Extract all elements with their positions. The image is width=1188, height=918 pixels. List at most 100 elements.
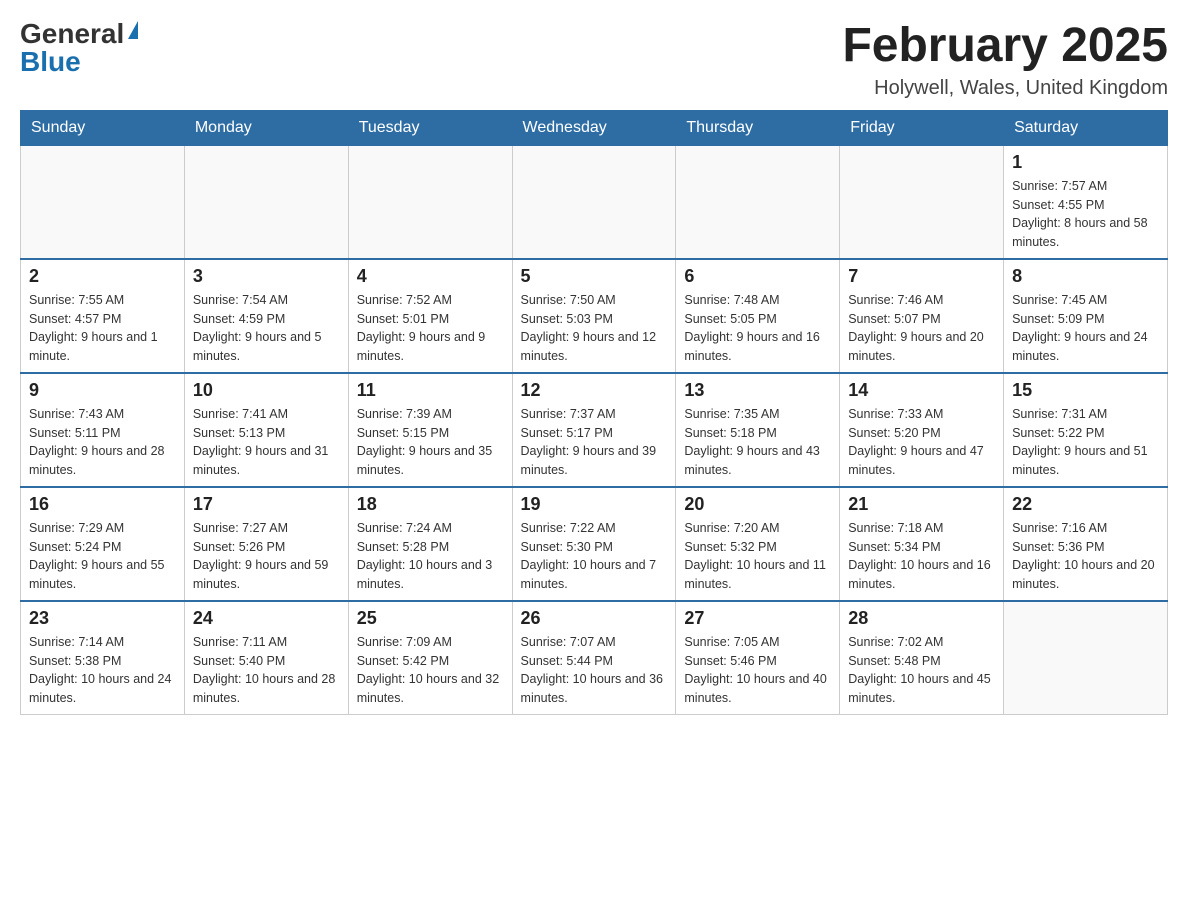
calendar-cell bbox=[184, 145, 348, 259]
calendar-cell: 5 Sunrise: 7:50 AMSunset: 5:03 PMDaylight… bbox=[512, 259, 676, 373]
calendar-cell: 27 Sunrise: 7:05 AMSunset: 5:46 PMDayligh… bbox=[676, 601, 840, 715]
calendar-week-row: 16 Sunrise: 7:29 AMSunset: 5:24 PMDayligh… bbox=[21, 487, 1168, 601]
calendar-cell: 21 Sunrise: 7:18 AMSunset: 5:34 PMDayligh… bbox=[840, 487, 1004, 601]
calendar-week-row: 9Sunrise: 7:43 AMSunset: 5:11 PMDaylight… bbox=[21, 373, 1168, 487]
day-info: Sunrise: 7:05 AMSunset: 5:46 PMDaylight:… bbox=[684, 633, 831, 708]
logo: General Blue bbox=[20, 20, 138, 76]
day-number: 6 bbox=[684, 266, 831, 287]
calendar-cell: 1 Sunrise: 7:57 AMSunset: 4:55 PMDaylight… bbox=[1004, 145, 1168, 259]
calendar-cell: 8 Sunrise: 7:45 AMSunset: 5:09 PMDaylight… bbox=[1004, 259, 1168, 373]
header-wednesday: Wednesday bbox=[512, 110, 676, 145]
calendar-cell: 9Sunrise: 7:43 AMSunset: 5:11 PMDaylight… bbox=[21, 373, 185, 487]
day-number: 20 bbox=[684, 494, 831, 515]
calendar-cell: 26 Sunrise: 7:07 AMSunset: 5:44 PMDayligh… bbox=[512, 601, 676, 715]
calendar-cell: 7 Sunrise: 7:46 AMSunset: 5:07 PMDaylight… bbox=[840, 259, 1004, 373]
calendar-cell: 25 Sunrise: 7:09 AMSunset: 5:42 PMDayligh… bbox=[348, 601, 512, 715]
day-info: Sunrise: 7:37 AMSunset: 5:17 PMDaylight:… bbox=[521, 405, 668, 480]
page-header: General Blue February 2025 Holywell, Wal… bbox=[20, 20, 1168, 100]
calendar-cell: 17 Sunrise: 7:27 AMSunset: 5:26 PMDayligh… bbox=[184, 487, 348, 601]
day-info: Sunrise: 7:27 AMSunset: 5:26 PMDaylight:… bbox=[193, 519, 340, 594]
day-number: 24 bbox=[193, 608, 340, 629]
day-number: 8 bbox=[1012, 266, 1159, 287]
day-number: 4 bbox=[357, 266, 504, 287]
calendar-cell: 28 Sunrise: 7:02 AMSunset: 5:48 PMDayligh… bbox=[840, 601, 1004, 715]
logo-triangle-icon bbox=[128, 21, 138, 39]
calendar-cell: 14Sunrise: 7:33 AMSunset: 5:20 PMDayligh… bbox=[840, 373, 1004, 487]
day-number: 2 bbox=[29, 266, 176, 287]
calendar-cell: 6Sunrise: 7:48 AMSunset: 5:05 PMDaylight… bbox=[676, 259, 840, 373]
day-info: Sunrise: 7:29 AMSunset: 5:24 PMDaylight:… bbox=[29, 519, 176, 594]
calendar-cell: 23Sunrise: 7:14 AMSunset: 5:38 PMDayligh… bbox=[21, 601, 185, 715]
header-monday: Monday bbox=[184, 110, 348, 145]
day-info: Sunrise: 7:22 AMSunset: 5:30 PMDaylight:… bbox=[521, 519, 668, 594]
calendar-cell: 24 Sunrise: 7:11 AMSunset: 5:40 PMDayligh… bbox=[184, 601, 348, 715]
calendar-cell bbox=[840, 145, 1004, 259]
day-info: Sunrise: 7:35 AMSunset: 5:18 PMDaylight:… bbox=[684, 405, 831, 480]
day-info: Sunrise: 7:11 AMSunset: 5:40 PMDaylight:… bbox=[193, 633, 340, 708]
day-number: 25 bbox=[357, 608, 504, 629]
calendar-week-row: 23Sunrise: 7:14 AMSunset: 5:38 PMDayligh… bbox=[21, 601, 1168, 715]
location: Holywell, Wales, United Kingdom bbox=[842, 77, 1168, 100]
calendar-cell bbox=[21, 145, 185, 259]
day-info: Sunrise: 7:02 AMSunset: 5:48 PMDaylight:… bbox=[848, 633, 995, 708]
day-number: 21 bbox=[848, 494, 995, 515]
day-number: 1 bbox=[1012, 152, 1159, 173]
day-number: 9 bbox=[29, 380, 176, 401]
day-info: Sunrise: 7:16 AMSunset: 5:36 PMDaylight:… bbox=[1012, 519, 1159, 594]
calendar-cell bbox=[512, 145, 676, 259]
day-number: 7 bbox=[848, 266, 995, 287]
day-number: 28 bbox=[848, 608, 995, 629]
day-number: 18 bbox=[357, 494, 504, 515]
day-info: Sunrise: 7:45 AMSunset: 5:09 PMDaylight:… bbox=[1012, 291, 1159, 366]
day-number: 12 bbox=[521, 380, 668, 401]
day-info: Sunrise: 7:54 AMSunset: 4:59 PMDaylight:… bbox=[193, 291, 340, 366]
day-number: 27 bbox=[684, 608, 831, 629]
day-number: 10 bbox=[193, 380, 340, 401]
day-info: Sunrise: 7:31 AMSunset: 5:22 PMDaylight:… bbox=[1012, 405, 1159, 480]
day-number: 19 bbox=[521, 494, 668, 515]
day-number: 5 bbox=[521, 266, 668, 287]
day-info: Sunrise: 7:57 AMSunset: 4:55 PMDaylight:… bbox=[1012, 177, 1159, 252]
day-number: 13 bbox=[684, 380, 831, 401]
day-number: 16 bbox=[29, 494, 176, 515]
logo-general: General bbox=[20, 20, 124, 48]
day-info: Sunrise: 7:50 AMSunset: 5:03 PMDaylight:… bbox=[521, 291, 668, 366]
calendar-cell: 22 Sunrise: 7:16 AMSunset: 5:36 PMDayligh… bbox=[1004, 487, 1168, 601]
calendar-cell: 4 Sunrise: 7:52 AMSunset: 5:01 PMDaylight… bbox=[348, 259, 512, 373]
calendar-cell: 15Sunrise: 7:31 AMSunset: 5:22 PMDayligh… bbox=[1004, 373, 1168, 487]
calendar-cell: 16 Sunrise: 7:29 AMSunset: 5:24 PMDayligh… bbox=[21, 487, 185, 601]
header-saturday: Saturday bbox=[1004, 110, 1168, 145]
header-thursday: Thursday bbox=[676, 110, 840, 145]
calendar-cell bbox=[348, 145, 512, 259]
day-info: Sunrise: 7:46 AMSunset: 5:07 PMDaylight:… bbox=[848, 291, 995, 366]
calendar-week-row: 1 Sunrise: 7:57 AMSunset: 4:55 PMDaylight… bbox=[21, 145, 1168, 259]
day-number: 17 bbox=[193, 494, 340, 515]
day-info: Sunrise: 7:18 AMSunset: 5:34 PMDaylight:… bbox=[848, 519, 995, 594]
day-info: Sunrise: 7:24 AMSunset: 5:28 PMDaylight:… bbox=[357, 519, 504, 594]
calendar-week-row: 2Sunrise: 7:55 AMSunset: 4:57 PMDaylight… bbox=[21, 259, 1168, 373]
day-number: 11 bbox=[357, 380, 504, 401]
logo-blue: Blue bbox=[20, 48, 81, 76]
day-info: Sunrise: 7:52 AMSunset: 5:01 PMDaylight:… bbox=[357, 291, 504, 366]
header-tuesday: Tuesday bbox=[348, 110, 512, 145]
day-number: 22 bbox=[1012, 494, 1159, 515]
calendar-cell: 13 Sunrise: 7:35 AMSunset: 5:18 PMDayligh… bbox=[676, 373, 840, 487]
calendar-cell bbox=[676, 145, 840, 259]
day-info: Sunrise: 7:07 AMSunset: 5:44 PMDaylight:… bbox=[521, 633, 668, 708]
day-info: Sunrise: 7:20 AMSunset: 5:32 PMDaylight:… bbox=[684, 519, 831, 594]
calendar-table: Sunday Monday Tuesday Wednesday Thursday… bbox=[20, 110, 1168, 715]
day-info: Sunrise: 7:09 AMSunset: 5:42 PMDaylight:… bbox=[357, 633, 504, 708]
calendar-cell: 20 Sunrise: 7:20 AMSunset: 5:32 PMDayligh… bbox=[676, 487, 840, 601]
calendar-header-row: Sunday Monday Tuesday Wednesday Thursday… bbox=[21, 110, 1168, 145]
calendar-cell: 3 Sunrise: 7:54 AMSunset: 4:59 PMDaylight… bbox=[184, 259, 348, 373]
day-info: Sunrise: 7:41 AMSunset: 5:13 PMDaylight:… bbox=[193, 405, 340, 480]
day-number: 3 bbox=[193, 266, 340, 287]
day-number: 23 bbox=[29, 608, 176, 629]
calendar-cell: 19 Sunrise: 7:22 AMSunset: 5:30 PMDayligh… bbox=[512, 487, 676, 601]
calendar-cell: 18 Sunrise: 7:24 AMSunset: 5:28 PMDayligh… bbox=[348, 487, 512, 601]
calendar-cell: 11Sunrise: 7:39 AMSunset: 5:15 PMDayligh… bbox=[348, 373, 512, 487]
day-number: 14 bbox=[848, 380, 995, 401]
day-number: 26 bbox=[521, 608, 668, 629]
calendar-cell: 12 Sunrise: 7:37 AMSunset: 5:17 PMDayligh… bbox=[512, 373, 676, 487]
header-friday: Friday bbox=[840, 110, 1004, 145]
